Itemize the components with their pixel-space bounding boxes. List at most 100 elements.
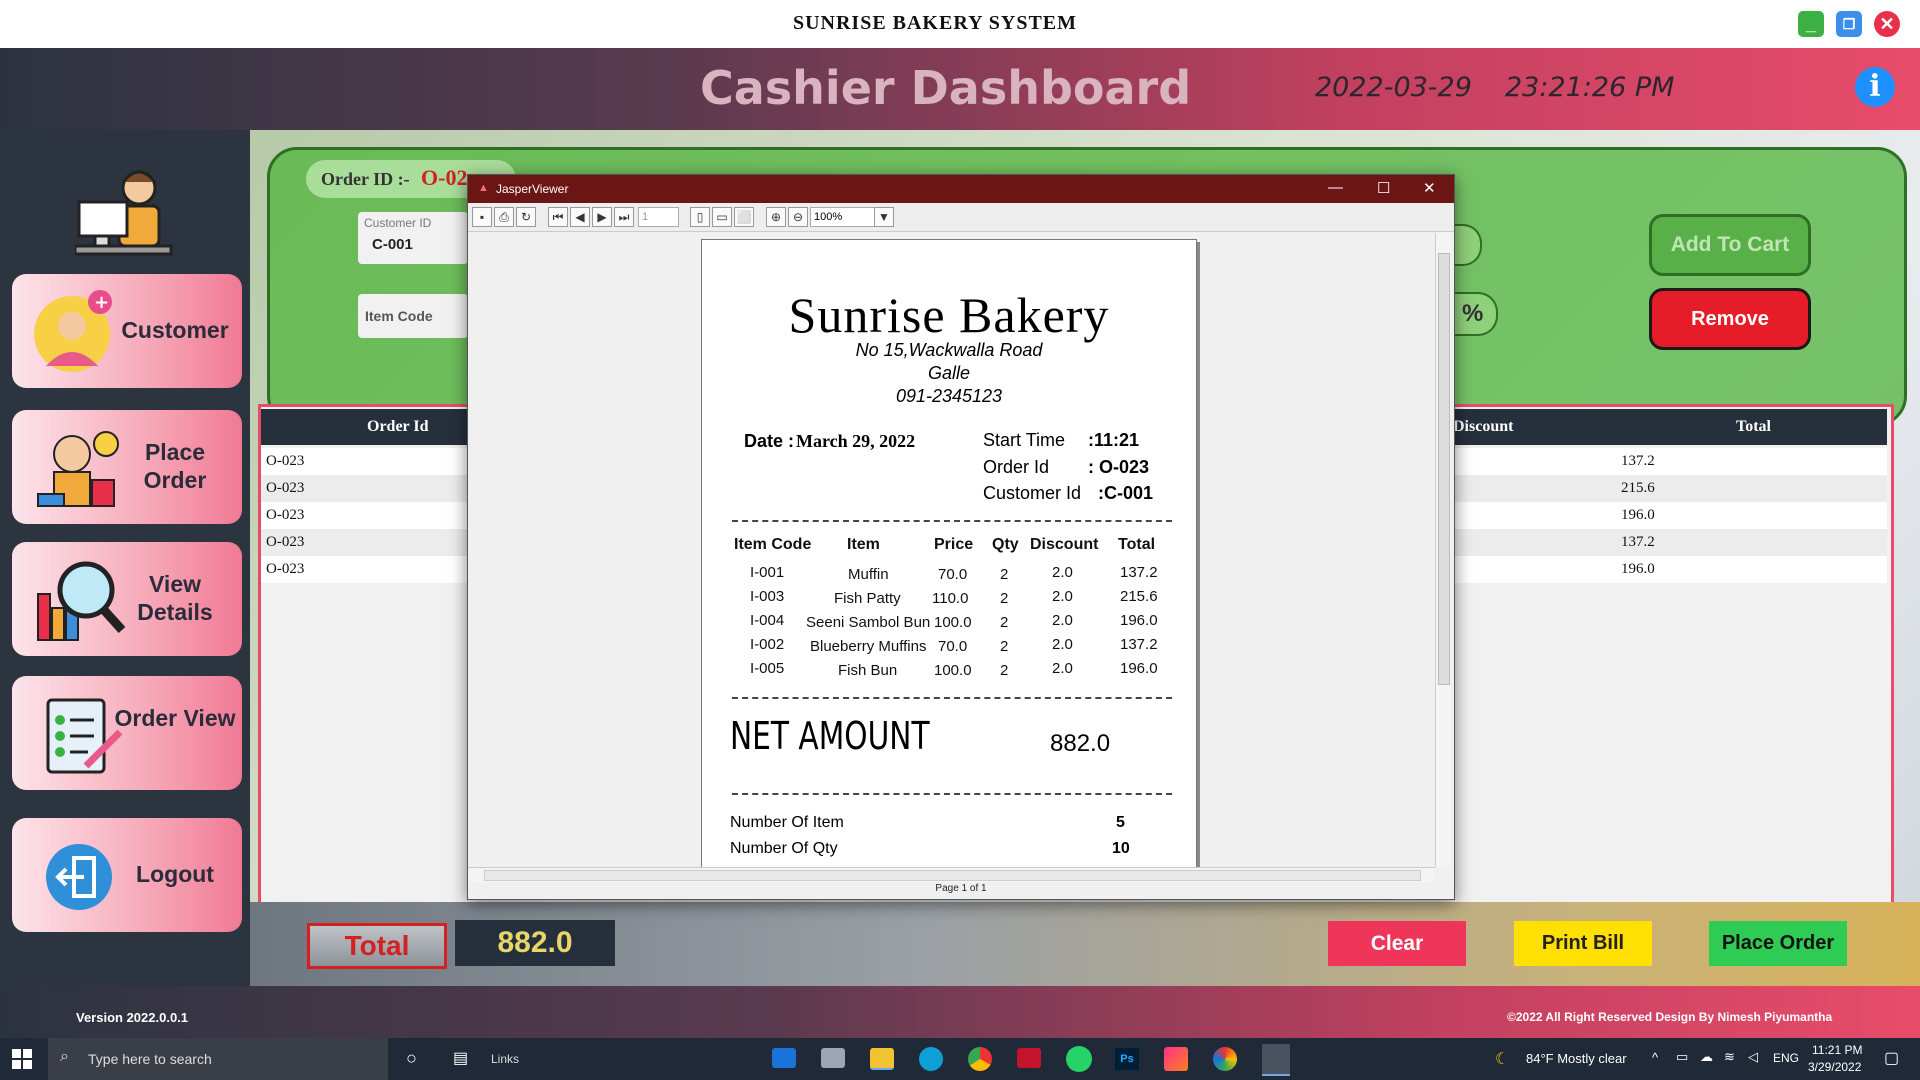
item-code-field[interactable]: Item Code: [358, 294, 468, 338]
page-number-input[interactable]: 1: [638, 207, 679, 227]
cloud-icon[interactable]: ☁: [1700, 1049, 1713, 1065]
cashier-icon: [75, 170, 173, 256]
vertical-scroll-thumb[interactable]: [1438, 253, 1450, 685]
item-qty: 2: [1000, 590, 1009, 607]
wifi-icon[interactable]: ≋: [1724, 1049, 1735, 1065]
sidebar-item-view-details[interactable]: View Details: [12, 542, 242, 656]
file-explorer-icon[interactable]: [870, 1048, 894, 1070]
total-cell: 196.0: [1621, 507, 1655, 523]
maximize-button[interactable]: ❐: [1836, 11, 1862, 37]
item-total: 137.2: [1120, 564, 1158, 581]
minimize-button[interactable]: _: [1798, 11, 1824, 37]
add-to-cart-button[interactable]: Add To Cart: [1649, 214, 1811, 276]
chevron-down-icon[interactable]: ▼: [874, 207, 894, 227]
sidebar-item-place-order[interactable]: Place Order: [12, 410, 242, 524]
sidebar-item-logout[interactable]: Logout: [12, 818, 242, 932]
save-icon[interactable]: ▪: [472, 207, 492, 227]
app-red-icon[interactable]: [1017, 1048, 1041, 1068]
language-indicator[interactable]: ENG: [1773, 1051, 1799, 1065]
item-code-placeholder: Item Code: [365, 308, 433, 324]
fit-width-icon[interactable]: ⬜: [734, 207, 754, 227]
java-app-icon[interactable]: [1262, 1044, 1290, 1076]
item-discount: 2.0: [1052, 660, 1073, 677]
divider: [732, 520, 1172, 522]
remove-button[interactable]: Remove: [1649, 288, 1811, 350]
taskbar-links[interactable]: Links: [491, 1052, 519, 1066]
battery-icon[interactable]: ▭: [1676, 1049, 1688, 1065]
zoom-out-icon[interactable]: ⊖: [788, 207, 808, 227]
intellij-icon[interactable]: [1164, 1047, 1188, 1071]
taskbar-search-box[interactable]: ⌕ Type here to search: [48, 1038, 388, 1080]
photoshop-icon[interactable]: Ps: [1115, 1048, 1139, 1070]
whatsapp-icon[interactable]: [1066, 1046, 1092, 1072]
fit-page-icon[interactable]: ▭: [712, 207, 732, 227]
item-total: 196.0: [1120, 612, 1158, 629]
divider: [732, 697, 1172, 699]
zoom-in-icon[interactable]: ⊕: [766, 207, 786, 227]
last-page-icon[interactable]: ⏭: [614, 207, 634, 227]
item-qty: 2: [1000, 638, 1009, 655]
zoom-select[interactable]: 100%: [810, 207, 875, 227]
total-label: Total: [307, 923, 447, 969]
jasper-app-icon: ▲: [478, 182, 489, 194]
sidebar-item-customer[interactable]: + Customer: [12, 274, 242, 388]
place-order-button[interactable]: Place Order: [1709, 921, 1847, 966]
num-items-label: Number Of Item: [730, 814, 844, 831]
receipt-start-time-value: :11:21: [1088, 430, 1140, 450]
item-discount: 2.0: [1052, 588, 1073, 605]
chrome-browser-icon[interactable]: [968, 1047, 992, 1071]
weather-text[interactable]: 84°F Mostly clear: [1526, 1051, 1627, 1066]
files-app-icon[interactable]: [821, 1048, 845, 1068]
horizontal-scroll-thumb[interactable]: [484, 870, 1421, 881]
actual-size-icon[interactable]: ▯: [690, 207, 710, 227]
chevron-up-icon[interactable]: ^: [1652, 1050, 1658, 1065]
close-button[interactable]: ✕: [1874, 11, 1900, 37]
total-value: 882.0: [455, 920, 615, 966]
item-price: 100.0: [934, 662, 972, 679]
print-bill-button[interactable]: Print Bill: [1514, 921, 1652, 966]
sidebar-item-order-view[interactable]: Order View: [12, 676, 242, 790]
receipt-order-id-value: : O-023: [1088, 457, 1150, 477]
item-name: Blueberry Muffins: [810, 638, 927, 655]
first-page-icon[interactable]: ⏮: [548, 207, 568, 227]
cortana-icon[interactable]: ○: [406, 1048, 417, 1069]
app-colorful-icon[interactable]: [1213, 1047, 1237, 1071]
jasper-minimize-button[interactable]: —: [1328, 179, 1343, 196]
windows-start-icon[interactable]: [12, 1049, 32, 1069]
clock-date[interactable]: 3/29/2022: [1808, 1060, 1861, 1074]
jasper-close-button[interactable]: ✕: [1423, 179, 1436, 197]
item-qty: 2: [1000, 566, 1009, 583]
item-price: 100.0: [934, 614, 972, 631]
info-icon[interactable]: i: [1855, 67, 1895, 107]
item-name: Seeni Sambol Bun: [806, 614, 931, 631]
order-id-label: Order ID :-: [321, 169, 410, 189]
mail-app-icon[interactable]: [772, 1048, 796, 1068]
item-total: 215.6: [1120, 588, 1158, 605]
order-id-cell: O-023: [266, 561, 305, 577]
items-header-discount: Discount: [1030, 536, 1099, 553]
jasper-maximize-button[interactable]: ☐: [1377, 179, 1390, 197]
clear-button[interactable]: Clear: [1328, 921, 1466, 966]
items-header-code: Item Code: [734, 536, 812, 553]
customer-id-field[interactable]: Customer ID C-001: [358, 212, 468, 264]
volume-icon[interactable]: ◁: [1748, 1049, 1758, 1065]
reload-icon[interactable]: ↻: [516, 207, 536, 227]
previous-page-icon[interactable]: ◀: [570, 207, 590, 227]
order-id-cell: O-023: [266, 480, 305, 496]
item-price: 70.0: [938, 638, 968, 655]
taskbar-search-placeholder: Type here to search: [88, 1051, 212, 1067]
item-name: Fish Bun: [838, 662, 898, 679]
notification-icon[interactable]: ▢: [1884, 1048, 1899, 1068]
clock-time[interactable]: 11:21 PM: [1812, 1043, 1862, 1057]
receipt-order-id-label: Order Id: [983, 457, 1050, 477]
item-discount: 2.0: [1052, 612, 1073, 629]
order-id-cell: O-023: [266, 507, 305, 523]
horizontal-scrollbar[interactable]: [468, 867, 1435, 882]
print-icon[interactable]: ⎙: [494, 207, 514, 227]
next-page-icon[interactable]: ▶: [592, 207, 612, 227]
vertical-scrollbar[interactable]: [1435, 233, 1451, 867]
discount-percent-field[interactable]: %: [1452, 292, 1498, 336]
task-view-icon[interactable]: ▤: [453, 1048, 468, 1068]
sidebar-item-label: Customer: [121, 317, 229, 343]
edge-browser-icon[interactable]: [919, 1047, 943, 1071]
